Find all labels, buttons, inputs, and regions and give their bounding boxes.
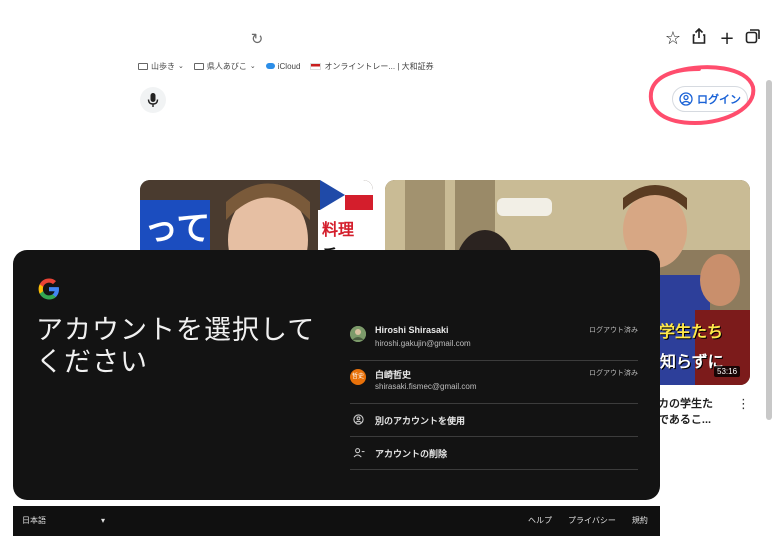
account-email: shirasaki.fismec@gmail.com	[375, 382, 477, 391]
video-duration-badge: 53:16	[714, 366, 741, 377]
more-vert-icon[interactable]: ⋮	[737, 396, 750, 412]
help-link[interactable]: ヘルプ	[528, 515, 552, 526]
microphone-icon	[147, 93, 159, 107]
plus-icon[interactable]: +	[716, 28, 738, 50]
svg-text:って: って	[144, 209, 210, 249]
language-select[interactable]: 日本語 ▾	[22, 515, 105, 526]
folder-icon	[193, 62, 204, 70]
account-list: Hiroshi Shirasaki hiroshi.gakujin@gmail.…	[350, 318, 638, 470]
signed-out-status: ログアウト済み	[589, 327, 638, 334]
bookmark-kenjin-abiko[interactable]: 県人あびこ ⌄	[193, 61, 256, 72]
account-email: hiroshi.gakujin@gmail.com	[375, 339, 471, 348]
bookmarks-bar: 山歩き ⌄ 県人あびこ ⌄ iCloud オンライントレー... | 大和証券	[138, 57, 434, 75]
avatar: 哲史	[350, 369, 366, 385]
thumbnail-caption: 学生たち	[659, 324, 724, 341]
cloud-icon	[265, 63, 275, 69]
account-row[interactable]: 哲史 白崎哲史 shirasaki.fismec@gmail.com ログアウト…	[350, 361, 638, 404]
privacy-link[interactable]: プライバシー	[568, 515, 616, 526]
bookmark-label: 県人あびこ	[206, 61, 247, 71]
dropdown-arrow-icon: ▾	[101, 516, 106, 525]
reload-icon[interactable]: ↻	[248, 30, 266, 50]
use-another-account-label: 別のアカウントを使用	[375, 416, 466, 426]
google-logo-icon	[38, 278, 59, 300]
bookmark-yamaaruki[interactable]: 山歩き ⌄	[138, 61, 184, 72]
signed-out-status: ログアウト済み	[589, 370, 638, 377]
bookmark-label: 山歩き	[151, 61, 175, 71]
svg-text:料理: 料理	[322, 220, 354, 239]
annotation-circle	[648, 65, 756, 126]
remove-account-button[interactable]: アカウントの削除	[350, 437, 638, 470]
use-another-account-button[interactable]: 別のアカウントを使用	[350, 404, 638, 437]
scrollbar[interactable]	[766, 80, 772, 420]
dialog-title: アカウントを選択してください	[36, 315, 316, 377]
account-row[interactable]: Hiroshi Shirasaki hiroshi.gakujin@gmail.…	[350, 318, 638, 361]
tabs-icon[interactable]	[742, 28, 764, 50]
account-name: Hiroshi Shirasaki	[375, 325, 449, 335]
video-title[interactable]: カの学生た であるこ...	[658, 396, 738, 428]
voice-search-button[interactable]	[140, 87, 166, 113]
language-label: 日本語	[22, 516, 46, 525]
flag-icon	[310, 62, 322, 70]
chevron-down-icon: ⌄	[249, 63, 256, 70]
person-remove-icon	[353, 447, 365, 458]
bookmark-daiwa[interactable]: オンライントレー... | 大和証券	[310, 61, 434, 72]
chevron-down-icon: ⌄	[178, 63, 184, 70]
bookmark-label: オンライントレー... | 大和証券	[324, 61, 434, 71]
footer-links: ヘルプ プライバシー 規約	[528, 515, 648, 526]
account-name: 白崎哲史	[375, 370, 412, 380]
star-icon[interactable]: ☆	[662, 28, 684, 50]
folder-icon	[138, 62, 148, 70]
account-circle-icon	[353, 414, 364, 425]
terms-link[interactable]: 規約	[632, 515, 648, 526]
avatar	[350, 326, 366, 342]
bookmark-icloud[interactable]: iCloud	[265, 61, 301, 71]
share-icon[interactable]	[688, 27, 710, 50]
remove-account-label: アカウントの削除	[375, 449, 448, 459]
bookmark-label: iCloud	[277, 61, 301, 71]
